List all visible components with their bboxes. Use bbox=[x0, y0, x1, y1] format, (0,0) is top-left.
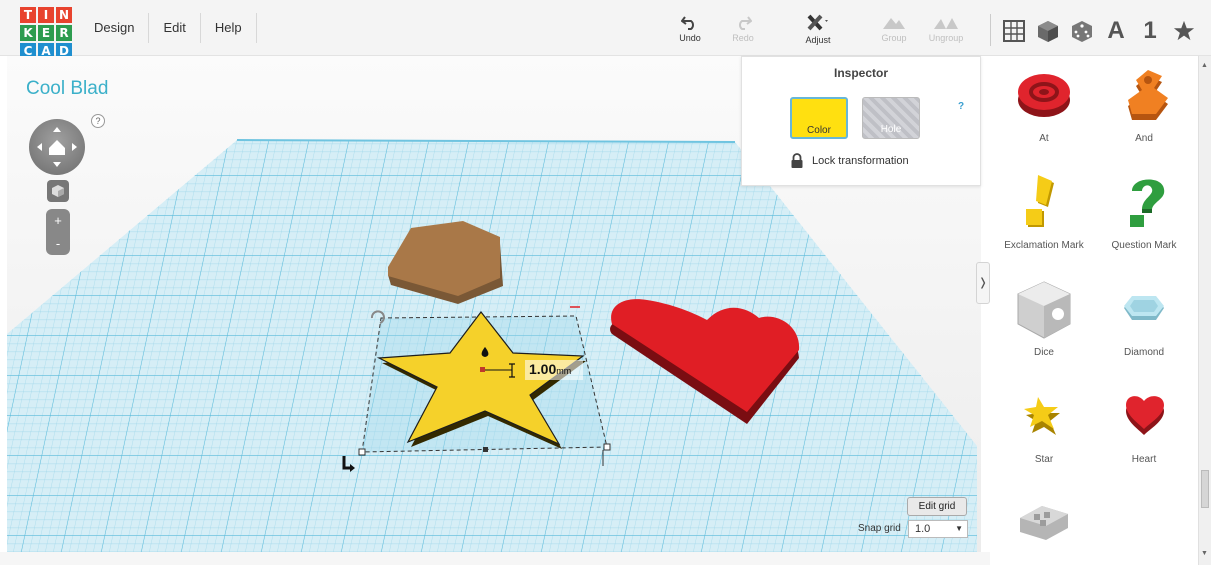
shapes-panel: At And Exclamation Mark Question Mark Di… bbox=[990, 56, 1198, 565]
bottom-edge bbox=[0, 552, 990, 565]
undo-icon bbox=[681, 16, 694, 30]
adjust-icon bbox=[807, 14, 828, 31]
ungroup-button[interactable]: Ungroup bbox=[916, 14, 976, 43]
ungroup-label: Ungroup bbox=[928, 33, 964, 43]
heart-icon bbox=[1126, 396, 1164, 435]
dice-shape-icon bbox=[1017, 281, 1071, 339]
logo-letter: N bbox=[56, 7, 72, 23]
shape-label: And bbox=[1135, 133, 1153, 144]
redo-label: Redo bbox=[732, 33, 754, 43]
chevron-down-icon: ▼ bbox=[955, 524, 963, 533]
color-button[interactable]: Color bbox=[790, 97, 848, 139]
shape-star[interactable]: Star bbox=[992, 377, 1096, 484]
zoom-in-button[interactable]: + bbox=[46, 209, 70, 232]
scroll-thumb[interactable] bbox=[1201, 470, 1209, 508]
question-mark-icon bbox=[1130, 179, 1165, 227]
at-symbol-icon bbox=[1018, 74, 1070, 117]
dimension-unit: mm bbox=[556, 366, 572, 376]
shape-question-mark[interactable]: Question Mark bbox=[1092, 163, 1196, 270]
top-toolbar: TINKERCAD Design Edit Help Undo Redo Adj… bbox=[0, 0, 1211, 59]
ungroup-icon bbox=[934, 18, 958, 29]
shape-label: Dice bbox=[1033, 347, 1054, 358]
shape-label: At bbox=[1039, 133, 1049, 144]
text-shapes-button[interactable]: A bbox=[1099, 14, 1133, 48]
undo-label: Undo bbox=[679, 33, 701, 43]
lock-icon bbox=[791, 153, 803, 168]
scroll-down-arrow[interactable]: ▼ bbox=[1201, 550, 1208, 557]
toolbar-divider bbox=[990, 14, 991, 46]
home-view-icon[interactable] bbox=[49, 140, 65, 155]
logo-letter: E bbox=[38, 25, 54, 41]
number-shapes-button[interactable]: 1 bbox=[1133, 14, 1167, 48]
shape-exclamation-mark[interactable]: Exclamation Mark bbox=[992, 163, 1096, 270]
zoom-controls: + - bbox=[46, 209, 70, 255]
group-label: Group bbox=[881, 33, 907, 43]
menu-edit[interactable]: Edit bbox=[149, 13, 201, 43]
shape-diamond[interactable]: Diamond bbox=[1092, 270, 1196, 377]
shape-label: Diamond bbox=[1123, 347, 1165, 358]
exclamation-mark-icon bbox=[1026, 175, 1054, 227]
dimension-value[interactable]: 1.00mm bbox=[529, 361, 571, 377]
scroll-up-arrow[interactable]: ▲ bbox=[1201, 62, 1208, 69]
shape-more[interactable] bbox=[992, 484, 1096, 565]
lock-label: Lock transformation bbox=[812, 155, 909, 167]
inspector-panel: Inspector Color Hole ? Lock transformati… bbox=[741, 56, 981, 186]
star-icon[interactable] bbox=[1167, 14, 1201, 48]
snap-grid-label: Snap grid bbox=[858, 523, 901, 534]
group-icon bbox=[883, 18, 905, 29]
design-title[interactable]: Cool Blad bbox=[26, 78, 108, 100]
redo-icon bbox=[739, 16, 752, 30]
lock-transformation-toggle[interactable]: Lock transformation bbox=[790, 153, 909, 169]
group-button[interactable]: Group bbox=[864, 14, 924, 43]
shapes-scrollbar[interactable]: ▲ ▼ bbox=[1198, 56, 1211, 565]
snap-grid-select[interactable]: 1.0 ▼ bbox=[908, 520, 968, 538]
grid-icon[interactable] bbox=[997, 14, 1031, 48]
inspector-help-icon[interactable]: ? bbox=[958, 101, 964, 112]
logo-letter: T bbox=[20, 7, 36, 23]
shape-category-icons: A 1 bbox=[997, 14, 1201, 48]
shape-heart[interactable]: Heart bbox=[1092, 377, 1196, 484]
adjust-button[interactable]: Adjust bbox=[788, 14, 848, 45]
shape-label: Heart bbox=[1131, 454, 1157, 465]
perspective-cube-button[interactable] bbox=[47, 180, 69, 202]
dice-icon[interactable] bbox=[1065, 14, 1099, 48]
adjust-label: Adjust bbox=[805, 35, 831, 45]
logo-letter: I bbox=[38, 7, 54, 23]
ampersand-icon bbox=[1128, 70, 1168, 120]
redo-button[interactable]: Redo bbox=[713, 14, 773, 43]
cube-icon bbox=[52, 185, 64, 197]
main-menu: Design Edit Help bbox=[80, 0, 257, 56]
tinkercad-logo[interactable]: TINKERCAD bbox=[20, 7, 72, 59]
text-block-icon bbox=[1020, 506, 1068, 540]
shape-at[interactable]: At bbox=[992, 56, 1096, 163]
shape-label: Exclamation Mark bbox=[1004, 240, 1084, 251]
navigation-help-icon[interactable]: ? bbox=[91, 114, 105, 128]
logo-letter: K bbox=[20, 25, 36, 41]
shape-dice[interactable]: Dice bbox=[992, 270, 1096, 377]
menu-help[interactable]: Help bbox=[201, 13, 257, 43]
star-shape-icon bbox=[1024, 397, 1060, 435]
hole-button[interactable]: Hole bbox=[862, 97, 920, 139]
box-icon[interactable] bbox=[1031, 14, 1065, 48]
menu-design[interactable]: Design bbox=[80, 13, 150, 43]
shape-label: Star bbox=[1034, 454, 1054, 465]
inspector-title: Inspector bbox=[833, 66, 888, 80]
view-navigation-wheel[interactable] bbox=[29, 119, 85, 175]
tinkercad-editor: TINKERCAD Design Edit Help Undo Redo Adj… bbox=[0, 0, 1211, 565]
logo-letter: R bbox=[56, 25, 72, 41]
zoom-out-button[interactable]: - bbox=[46, 232, 70, 255]
shape-and[interactable]: And bbox=[1092, 56, 1196, 163]
collapse-panel-button[interactable]: ❭ bbox=[976, 262, 990, 304]
shape-label: Question Mark bbox=[1111, 240, 1177, 251]
edit-grid-button[interactable]: Edit grid bbox=[907, 497, 967, 516]
undo-button[interactable]: Undo bbox=[660, 14, 720, 43]
diamond-icon bbox=[1124, 296, 1164, 320]
